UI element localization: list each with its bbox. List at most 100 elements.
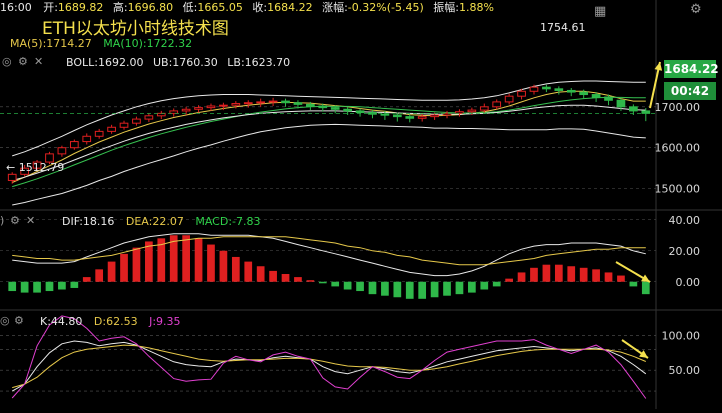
- chart-stage: 1500.00 1600.00 1700.00 0.00 20.00 40.00 50.00…: [0, 0, 722, 409]
- macd-bar: [480, 281, 489, 290]
- macd-bar: [542, 264, 551, 282]
- macd-bar: [269, 270, 277, 282]
- candle-body: [82, 135, 92, 143]
- macd-bar: [567, 266, 576, 282]
- y-tick-label: 50.00: [669, 364, 701, 377]
- macd-bar: [517, 272, 526, 282]
- candle-body: [392, 114, 402, 118]
- candle-body: [281, 100, 290, 104]
- annotation-arrowhead: [639, 350, 648, 358]
- y-tick-label: 1700.00: [655, 101, 701, 114]
- candle-body: [144, 115, 154, 120]
- macd-bar: [182, 235, 190, 282]
- candle-body: [604, 96, 613, 101]
- d-label: D:62.53: [93, 315, 138, 328]
- macd-bar: [294, 277, 302, 282]
- macd-bar: [120, 253, 128, 282]
- macd-bar: [207, 244, 215, 282]
- candle-body: [330, 107, 340, 110]
- ma-legend: MA(5):1714.27 MA(10):1722.32: [10, 37, 192, 50]
- candle-body: [629, 106, 638, 112]
- k-label: K:44.80: [40, 315, 83, 328]
- macd-bar: [58, 281, 66, 290]
- chart-title: ETH以太坊小时线技术图: [42, 19, 229, 39]
- y-tick-label: 0.00: [676, 276, 701, 289]
- candle-body: [517, 90, 526, 97]
- macd-bar: [281, 274, 290, 282]
- header-open: 1689.82: [57, 1, 104, 14]
- macd-bar: [82, 277, 91, 282]
- gear-icon[interactable]: ⚙: [690, 2, 702, 17]
- macd-bar: [579, 267, 588, 282]
- candle-body: [355, 110, 365, 114]
- settings-icon[interactable]: ⚙: [10, 214, 20, 227]
- macd-bar: [20, 281, 29, 293]
- macd-bar: [629, 281, 638, 287]
- eye-icon[interactable]: ◎: [2, 55, 12, 68]
- macd-bar: [8, 281, 17, 292]
- macd-bar: [356, 281, 364, 292]
- macd-bar: [405, 281, 414, 299]
- candle-body: [268, 100, 278, 103]
- macd-bar: [331, 281, 340, 287]
- candle-body: [591, 94, 601, 98]
- ub-label: UB:1760.30: [152, 56, 218, 69]
- macd-bar: [468, 281, 476, 293]
- macd-bar: [194, 238, 203, 282]
- series-line-lb: [12, 123, 646, 206]
- macd-bar: [70, 281, 79, 288]
- y-tick-label: 20.00: [669, 245, 701, 258]
- candle-body: [132, 118, 141, 124]
- macd-bar: [107, 261, 116, 282]
- close-icon[interactable]: ✕: [26, 214, 35, 227]
- candle-body: [94, 130, 104, 137]
- settings-icon[interactable]: ⚙: [18, 55, 28, 68]
- macd-bar: [95, 269, 104, 282]
- macd-bar: [430, 281, 439, 298]
- max-annotation: 1754.61: [540, 21, 586, 34]
- candle-body: [417, 116, 427, 119]
- candle-body: [306, 103, 315, 107]
- macd-bar: [381, 281, 389, 296]
- kdj-legend: K:44.80 D:62.53 J:9.35: [40, 315, 181, 328]
- lb-label: LB:1623.70: [227, 56, 291, 69]
- candle-body: [479, 106, 489, 111]
- y-tick-label: 40.00: [669, 214, 701, 227]
- header-close: 1684.22: [267, 1, 313, 14]
- macd-bar: [368, 281, 377, 295]
- collapse-icon[interactable]: ): [0, 214, 4, 227]
- macd-bar: [443, 281, 451, 296]
- candle-body: [380, 113, 390, 116]
- macd-bar: [505, 278, 513, 282]
- macd-bar: [393, 281, 402, 298]
- macd-bar: [641, 281, 650, 295]
- candle-body: [504, 95, 514, 103]
- dif-label: DIF:18.16: [62, 215, 115, 228]
- macd-bar: [306, 280, 315, 282]
- header-time: 16:00: [0, 1, 32, 14]
- candle-body: [492, 101, 502, 108]
- series-line-k: [11, 340, 647, 392]
- macd-bar: [455, 281, 464, 295]
- y-tick-label: 1600.00: [655, 142, 701, 155]
- ma10-label: MA(10):1722.32: [103, 37, 193, 50]
- min-annotation: ← 1512.79: [6, 161, 65, 174]
- candle-body: [119, 122, 129, 128]
- candle-body: [529, 86, 539, 92]
- current-price-badge: 1684.22: [664, 60, 719, 78]
- candle-body: [206, 105, 216, 109]
- macd-bar: [219, 250, 228, 282]
- y-tick-label: 1500.00: [655, 183, 701, 196]
- candle-body: [243, 102, 253, 105]
- close-icon[interactable]: ✕: [34, 55, 43, 68]
- macd-bar: [318, 281, 327, 284]
- macd-bar: [132, 247, 141, 282]
- eye-icon[interactable]: ◎: [0, 314, 10, 327]
- countdown-badge: 00:42: [664, 82, 716, 100]
- candle-body: [7, 173, 17, 181]
- series-line-j: [11, 315, 647, 399]
- calendar-icon[interactable]: ▦: [594, 4, 606, 19]
- settings-icon[interactable]: ⚙: [14, 314, 24, 327]
- ma5-label: MA(5):1714.27: [10, 37, 92, 50]
- candle-body: [293, 102, 303, 105]
